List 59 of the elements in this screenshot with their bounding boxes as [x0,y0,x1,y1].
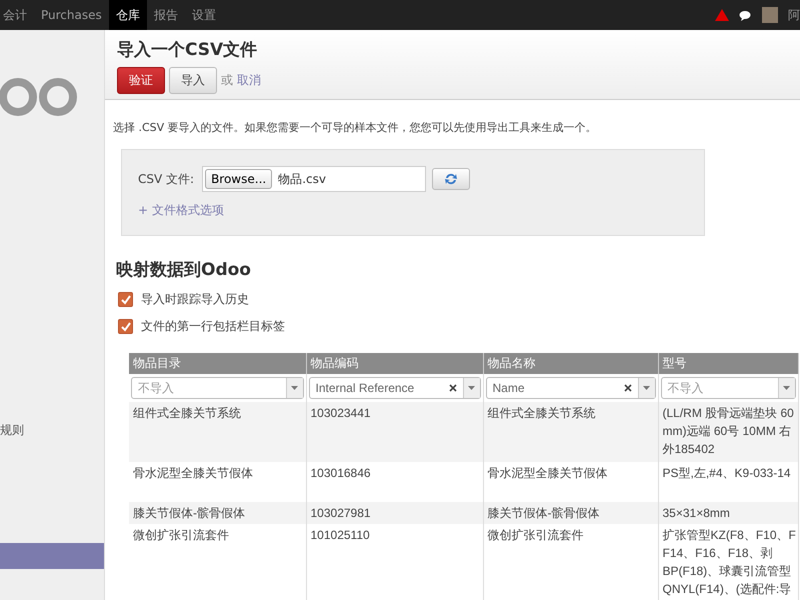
table-cell: 组件式全膝关节系统 [483,402,658,462]
table-cell: 103027981 [306,502,483,524]
user-name[interactable]: 阿 [788,6,800,24]
table-cell: 微创扩张引流套件 [129,524,306,600]
cell-text-line: (LL/RM 股骨远端垫块 60 [662,405,794,422]
checkbox[interactable] [118,319,133,334]
chat-icon[interactable] [739,10,752,20]
checkbox-label: 导入时跟踪导入历史 [141,291,249,308]
file-name: 物品.csv [278,170,326,188]
file-input[interactable]: Browse... 物品.csv [202,166,426,192]
column-header: 物品编码 [306,353,483,374]
caret-icon [643,386,650,390]
cell-text-line: PS型,左,#4、K9-033-14 [662,465,791,482]
table-cell: 103023441 [306,402,483,462]
table-cell: 膝关节假体-髌骨假体 [129,502,306,524]
top-menu-item[interactable]: 设置 [184,0,223,30]
section-title: 映射数据到Odoo [116,259,252,281]
caret-icon [783,386,790,390]
clear-icon[interactable] [448,384,456,392]
cell-text-line: F14、F16、F18、剥 [662,545,773,562]
file-format-options-link[interactable]: + 文件格式选项 [138,202,688,219]
cell-text-line: 外185402 [662,441,715,458]
caret-icon [291,386,298,390]
table-cell: 101025110 [306,524,483,600]
cancel-link[interactable]: 取消 [237,72,261,89]
column-header: 物品目录 [129,353,306,374]
table-cell: 组件式全膝关节系统 [129,402,306,462]
column-header: 物品名称 [483,353,658,374]
caret-icon [468,386,475,390]
import-button[interactable]: 导入 [169,67,217,94]
browse-button[interactable]: Browse... [205,169,272,189]
top-menu-item[interactable]: Purchases [34,0,109,30]
refresh-icon [443,171,460,187]
field-select[interactable]: 不导入 [660,377,796,399]
cell-text-line: 扩张管型KZ(F8、F10、F [662,527,796,544]
reload-button[interactable] [432,168,470,190]
checkbox[interactable] [118,292,133,307]
cell-text-line: QNYL(F14)、(选配件:导 [662,581,792,598]
description-text: 选择 .CSV 要导入的文件。如果您需要一个可导的样本文件，您您可以先使用导出工具来生成一个。 [113,120,598,135]
csv-file-label: CSV 文件: [138,170,194,188]
field-select[interactable]: 不导入 [131,377,304,399]
cell-text-line: BP(F18)、球囊引流管型 [662,563,792,580]
field-select[interactable]: Internal Reference [308,377,480,399]
table-cell: 微创扩张引流套件 [483,524,658,600]
or-text: 或 [221,72,233,89]
field-select[interactable]: Name [486,377,656,399]
checkbox-label: 文件的第一行包括栏目标签 [141,318,285,335]
column-header: 型号 [658,353,798,374]
top-menu-item[interactable]: 仓库 [108,0,147,30]
clear-icon[interactable] [624,384,632,392]
top-menu-item[interactable]: 报告 [146,0,185,30]
warning-icon[interactable] [715,9,729,21]
cell-text-line: 35×31×8mm [662,505,730,522]
table-cell: 膝关节假体-髌骨假体 [483,502,658,524]
sidebar-item[interactable]: 规则 [0,417,104,443]
page-title: 导入一个CSV文件 [117,39,258,61]
validate-button[interactable]: 验证 [117,67,165,94]
cell-text-line: mm)远端 60号 10MM 右 [662,423,792,440]
top-menu-item[interactable]: 会计 [0,0,34,30]
